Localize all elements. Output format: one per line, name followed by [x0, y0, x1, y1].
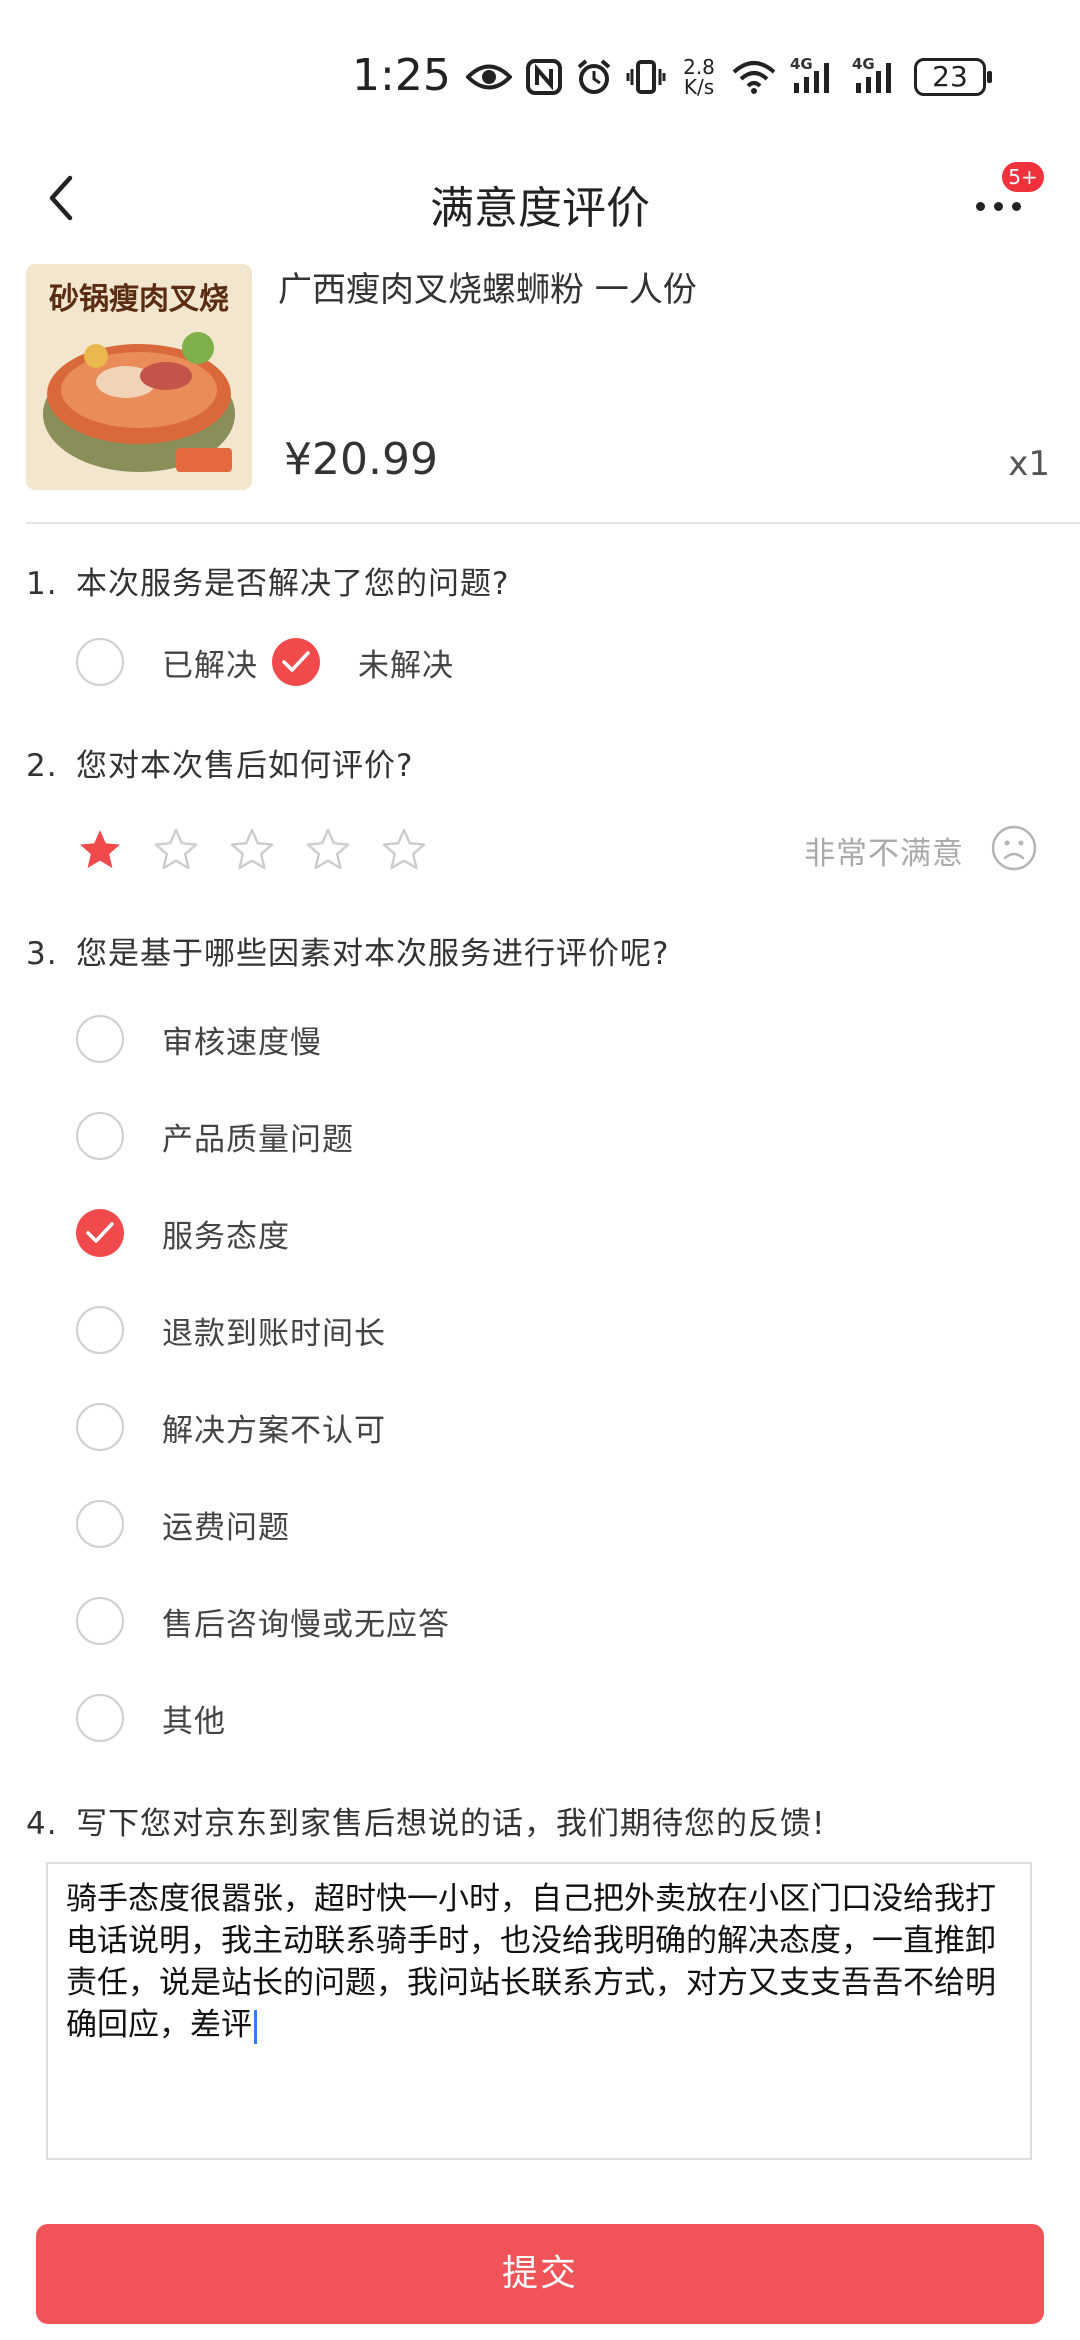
question-1-title: 1. 本次服务是否解决了您的问题?: [26, 566, 510, 602]
alarm-icon: [577, 59, 611, 94]
product-card[interactable]: 砂锅瘦肉叉烧 广西瘦肉叉烧螺蛳粉 一人份 ¥20.99 x1: [0, 262, 1080, 524]
status-icons: 2.8 K/s 4G 4G 23: [466, 52, 992, 102]
checkbox-unchecked-icon[interactable]: [76, 1694, 124, 1742]
question-2-title: 2. 您对本次售后如何评价?: [26, 748, 414, 784]
sad-face-icon: [991, 825, 1037, 871]
question-3-title: 3. 您是基于哪些因素对本次服务进行评价呢?: [26, 936, 670, 972]
radio-checked-icon[interactable]: [272, 638, 320, 686]
q3-option[interactable]: 产品质量问题: [76, 1110, 354, 1162]
q3-option[interactable]: 退款到账时间长: [76, 1304, 386, 1356]
notification-badge: 5+: [1002, 162, 1044, 192]
q3-option[interactable]: 售后咨询慢或无应答: [76, 1595, 450, 1647]
rating-text: 非常不满意: [804, 836, 964, 872]
radio-unchecked-icon[interactable]: [76, 638, 124, 686]
q3-option[interactable]: 其他: [76, 1692, 226, 1744]
submit-button[interactable]: 提交: [36, 2224, 1044, 2324]
q1-option-unresolved[interactable]: 未解决: [272, 636, 454, 688]
star-filled-icon[interactable]: [76, 826, 124, 874]
q3-option[interactable]: 运费问题: [76, 1498, 290, 1550]
q3-option[interactable]: 审核速度慢: [76, 1013, 322, 1065]
q1-option-resolved[interactable]: 已解决: [76, 636, 258, 688]
feedback-textarea[interactable]: 骑手态度很嚣张，超时快一小时，自己把外卖放在小区门口没给我打电话说明，我主动联系…: [46, 1862, 1032, 2160]
checkbox-unchecked-icon[interactable]: [76, 1015, 124, 1063]
checkbox-unchecked-icon[interactable]: [76, 1500, 124, 1548]
q3-option[interactable]: 解决方案不认可: [76, 1401, 386, 1453]
signal-2-icon: 4G: [852, 55, 900, 97]
text-caret: [254, 2009, 257, 2044]
wifi-icon: [732, 61, 776, 94]
page-title: 满意度评价: [430, 183, 650, 234]
rating-stars[interactable]: [76, 826, 428, 874]
nfc-icon: [526, 59, 562, 95]
q3-option[interactable]: 服务态度: [76, 1207, 290, 1259]
star-empty-icon[interactable]: [228, 826, 276, 874]
signal-1-icon: 4G: [790, 55, 838, 97]
product-quantity: x1: [1008, 444, 1050, 484]
product-price: ¥20.99: [284, 434, 438, 485]
product-image: 砂锅瘦肉叉烧: [26, 264, 252, 490]
checkbox-unchecked-icon[interactable]: [76, 1112, 124, 1160]
net-speed: 2.8 K/s: [683, 55, 715, 99]
header: 满意度评价: [0, 150, 1080, 250]
status-bar: 1:25 2.8 K/s 4G 4G 23: [0, 0, 1080, 150]
star-empty-icon[interactable]: [152, 826, 200, 874]
checkbox-checked-icon[interactable]: [76, 1209, 124, 1257]
divider: [26, 522, 1080, 524]
eye-icon: [466, 64, 512, 90]
status-time: 1:25: [352, 50, 451, 101]
star-empty-icon[interactable]: [380, 826, 428, 874]
more-icon: [976, 202, 985, 211]
battery-icon: 23: [914, 58, 992, 96]
checkbox-unchecked-icon[interactable]: [76, 1306, 124, 1354]
product-name: 广西瘦肉叉烧螺蛳粉 一人份: [278, 270, 697, 310]
more-button[interactable]: [970, 186, 1030, 226]
star-empty-icon[interactable]: [304, 826, 352, 874]
question-4-title: 4. 写下您对京东到家售后想说的话，我们期待您的反馈!: [26, 1806, 826, 1842]
vibrate-icon: [626, 60, 666, 94]
checkbox-unchecked-icon[interactable]: [76, 1403, 124, 1451]
checkbox-unchecked-icon[interactable]: [76, 1597, 124, 1645]
